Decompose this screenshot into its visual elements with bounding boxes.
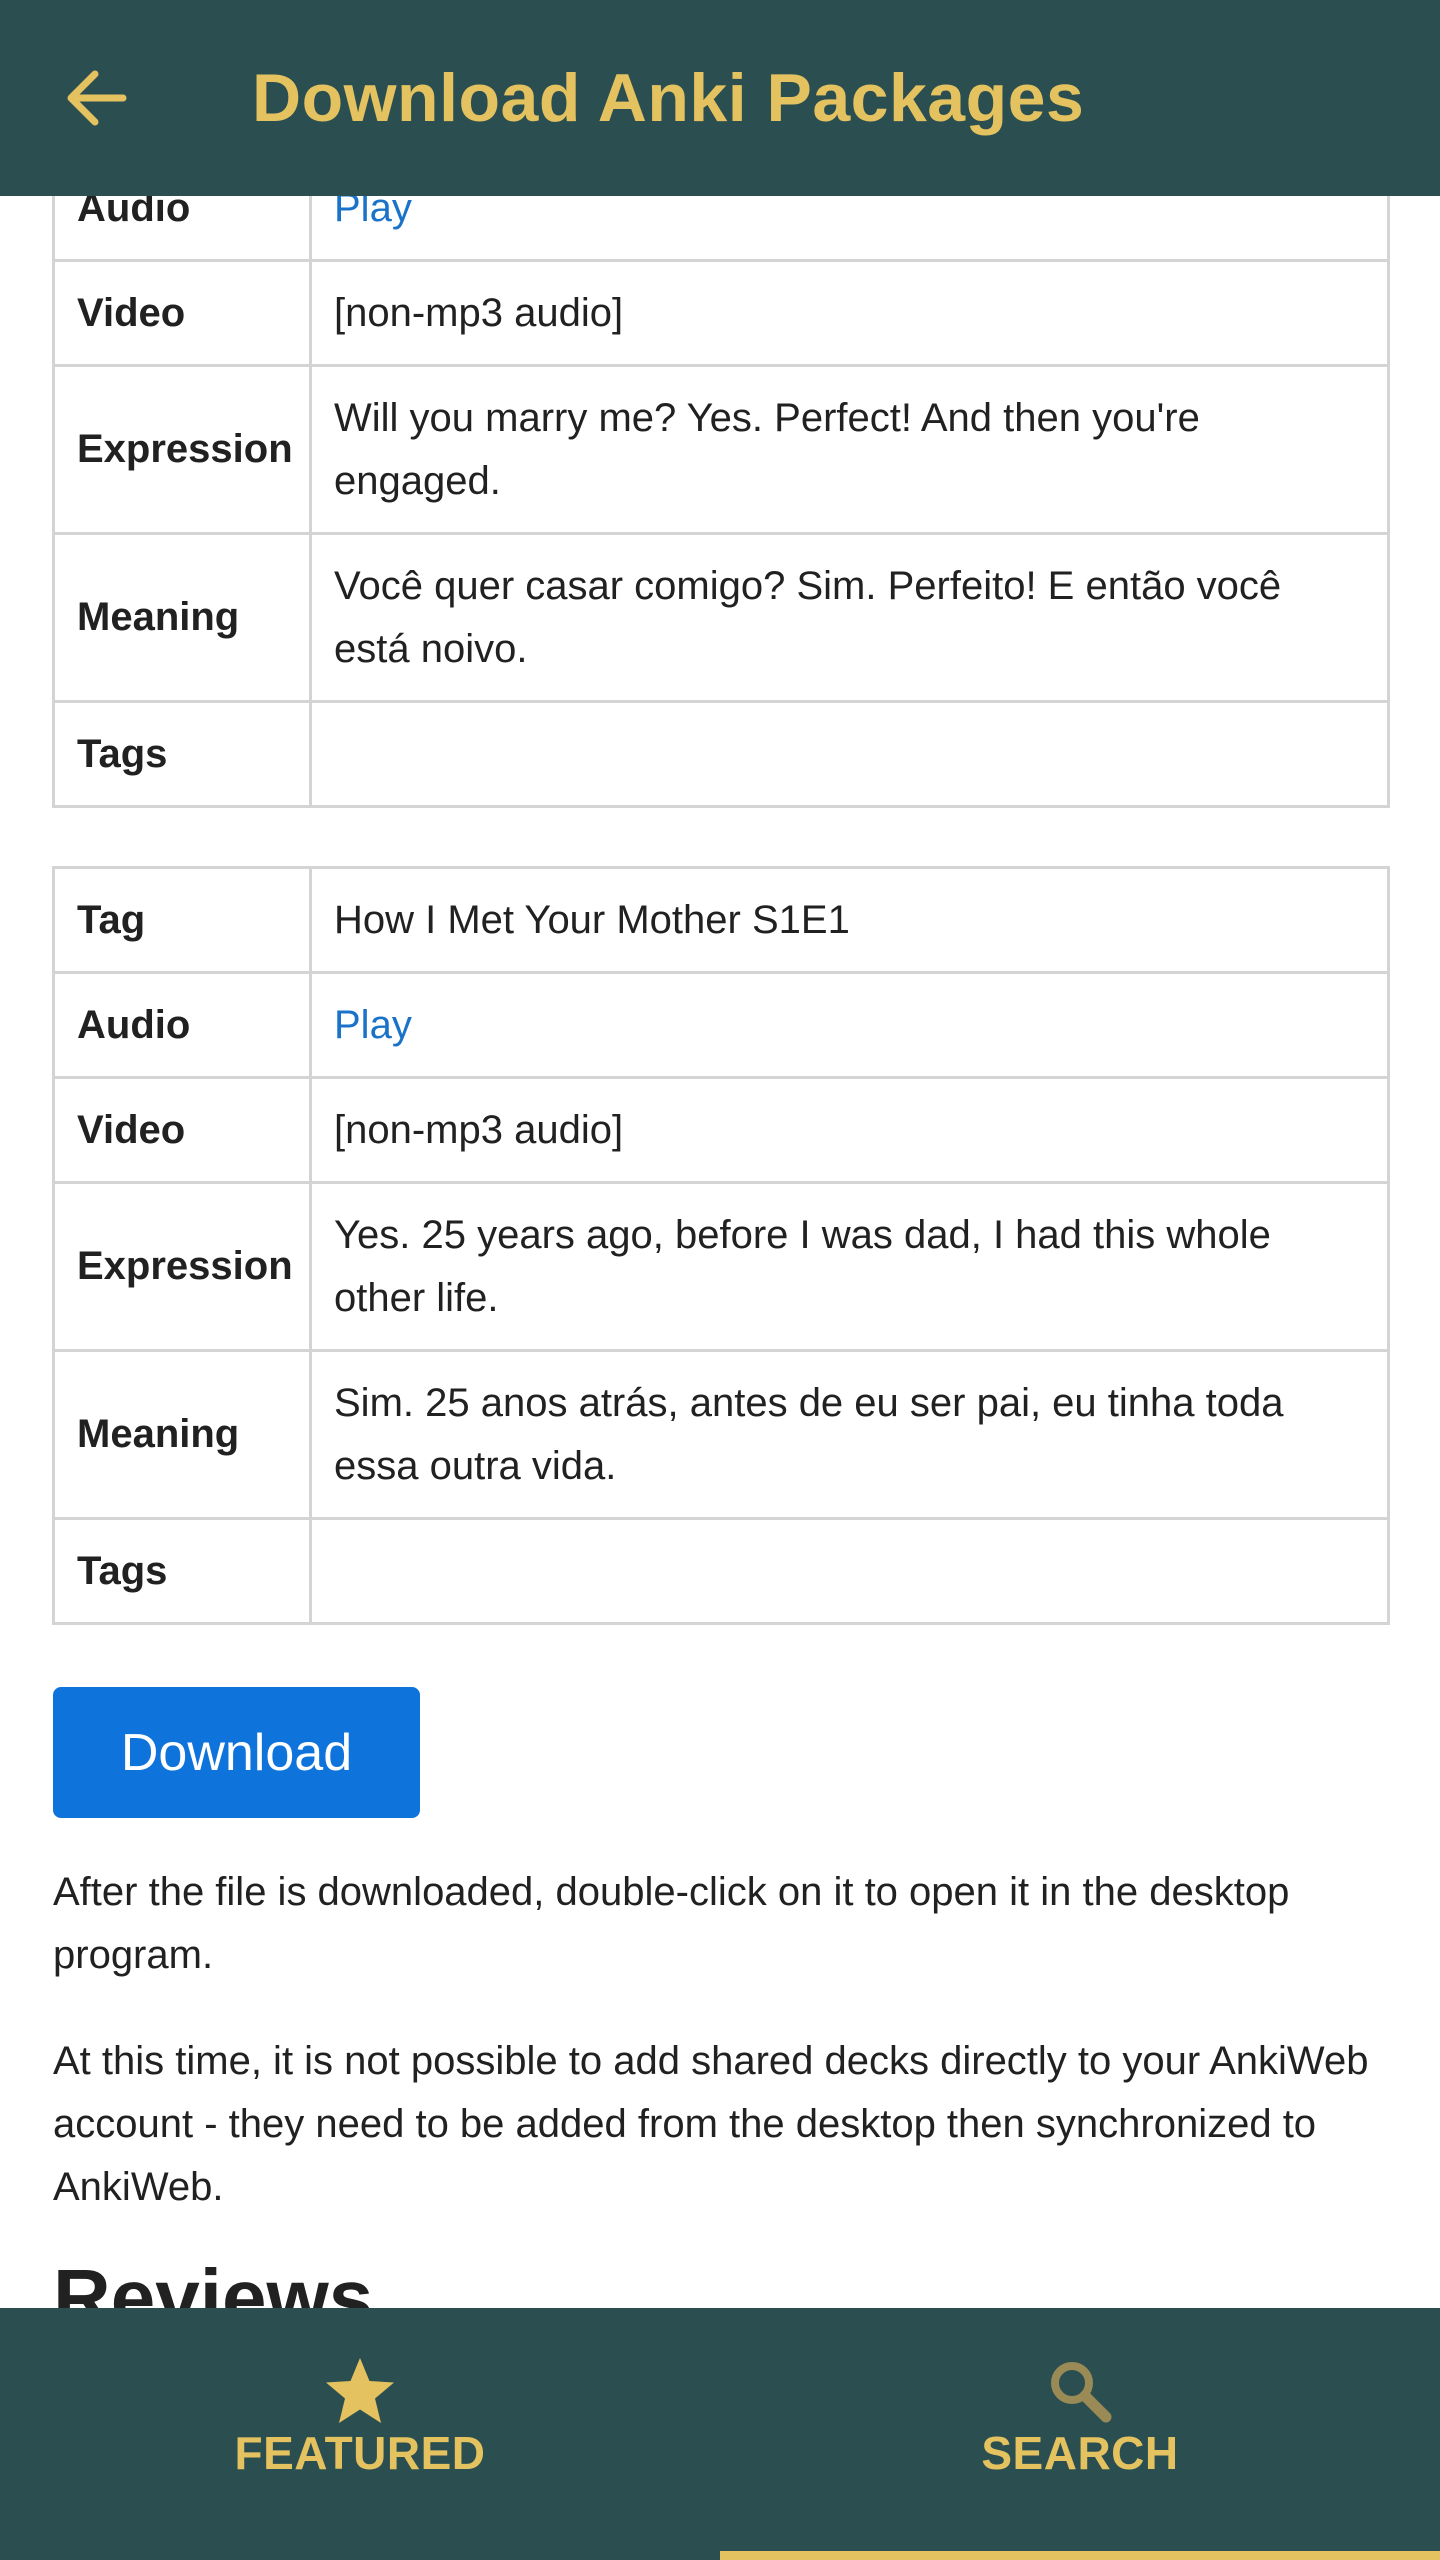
- table-row: Video [non-mp3 audio]: [52, 259, 1390, 367]
- field-name-video: Video: [52, 1076, 312, 1184]
- field-value-expression: Will you marry me? Yes. Perfect! And the…: [309, 364, 1390, 535]
- field-value-video: [non-mp3 audio]: [309, 259, 1390, 367]
- table-row: Expression Yes. 25 years ago, before I w…: [52, 1181, 1390, 1352]
- nav-item-search[interactable]: SEARCH: [720, 2308, 1440, 2560]
- field-name-meaning: Meaning: [52, 1349, 312, 1520]
- ankiweb-note-text: At this time, it is not possible to add …: [53, 2039, 1369, 2209]
- field-name-video: Video: [52, 259, 312, 367]
- reviews-heading: Reviews: [53, 2253, 374, 2308]
- note-table-2: Tag How I Met Your Mother S1E1 Audio Pla…: [52, 866, 1390, 1625]
- nav-label-search: SEARCH: [981, 2427, 1179, 2479]
- play-audio-link[interactable]: Play: [309, 971, 1390, 1079]
- page-content: Audio Play Video [non-mp3 audio] Express…: [0, 0, 1440, 2308]
- field-value-tags: [309, 1517, 1390, 1625]
- table-row: Audio Play: [52, 971, 1390, 1079]
- note-table-1: Audio Play Video [non-mp3 audio] Express…: [52, 154, 1390, 808]
- nav-item-featured[interactable]: FEATURED: [0, 2308, 720, 2560]
- field-value-video: [non-mp3 audio]: [309, 1076, 1390, 1184]
- search-icon: [1051, 2362, 1112, 2423]
- page-title: Download Anki Packages: [252, 60, 1085, 136]
- field-name-meaning: Meaning: [52, 532, 312, 703]
- table-row: Expression Will you marry me? Yes. Perfe…: [52, 364, 1390, 535]
- table-row: Meaning Você quer casar comigo? Sim. Per…: [52, 532, 1390, 703]
- field-name-audio: Audio: [52, 971, 312, 1079]
- field-value-meaning: Sim. 25 anos atrás, antes de eu ser pai,…: [309, 1349, 1390, 1520]
- field-name-tag: Tag: [52, 866, 312, 974]
- field-name-tags: Tags: [52, 1517, 312, 1625]
- field-name-tags: Tags: [52, 700, 312, 808]
- app-bar: Download Anki Packages: [0, 0, 1440, 196]
- download-button[interactable]: Download: [53, 1687, 420, 1818]
- table-row: Tags: [52, 1517, 1390, 1625]
- field-value-expression: Yes. 25 years ago, before I was dad, I h…: [309, 1181, 1390, 1352]
- download-info-text: After the file is downloaded, double-cli…: [53, 1870, 1290, 1977]
- field-name-expression: Expression: [52, 364, 312, 535]
- field-name-expression: Expression: [52, 1181, 312, 1352]
- field-value-tags: [309, 700, 1390, 808]
- field-value-tag: How I Met Your Mother S1E1: [309, 866, 1390, 974]
- table-row: Video [non-mp3 audio]: [52, 1076, 1390, 1184]
- table-row: Tags: [52, 700, 1390, 808]
- arrow-left-icon: [67, 70, 127, 126]
- nav-label-featured: FEATURED: [234, 2427, 486, 2479]
- back-button[interactable]: [53, 58, 139, 138]
- table-row: Tag How I Met Your Mother S1E1: [52, 866, 1390, 974]
- table-row: Meaning Sim. 25 anos atrás, antes de eu …: [52, 1349, 1390, 1520]
- star-icon: [326, 2358, 394, 2423]
- selected-tab-indicator: [720, 2551, 1440, 2560]
- bottom-navigation: FEATURED SEARCH: [0, 2308, 1440, 2560]
- field-value-meaning: Você quer casar comigo? Sim. Perfeito! E…: [309, 532, 1390, 703]
